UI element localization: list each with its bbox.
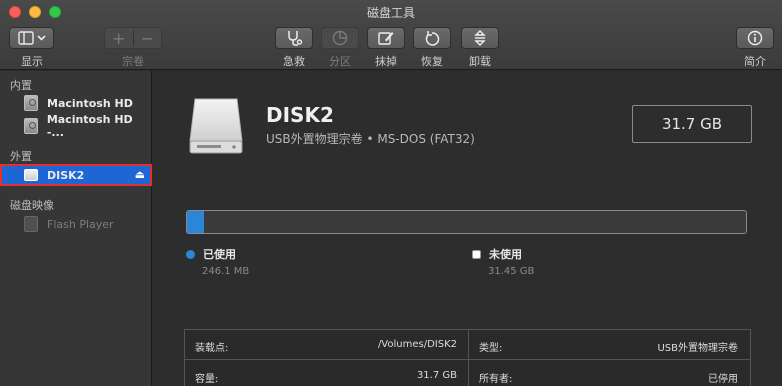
volume-label: 宗卷	[122, 55, 144, 68]
restore-icon	[425, 31, 440, 46]
erase-icon	[378, 32, 394, 45]
remove-volume-icon[interactable]: −	[134, 29, 162, 48]
disk-description: USB外置物理宗卷 • MS-DOS (FAT32)	[266, 132, 475, 146]
sidebar-item-label: Macintosh HD -...	[46, 113, 133, 139]
legend-used-label: 已使用	[203, 248, 236, 261]
disk-capacity: 31.7 GB	[632, 105, 752, 143]
sidebar-item-macintosh-hd-data[interactable]: Macintosh HD -...	[0, 113, 152, 139]
usage-bar-used	[187, 211, 204, 233]
sidebar: 内置 Macintosh HD Macintosh HD -... 外置 DIS…	[0, 71, 152, 386]
sidebar-item-flash-player[interactable]: Flash Player	[0, 213, 152, 235]
hard-drive-icon	[24, 118, 38, 134]
sidebar-item-label: DISK2	[47, 168, 85, 182]
stethoscope-icon	[288, 31, 303, 46]
info-label: 简介	[744, 55, 766, 68]
sidebar-item-disk2[interactable]: DISK2 ⏏	[0, 164, 152, 186]
type-value: USB外置物理宗卷	[657, 343, 738, 354]
legend-free-label: 未使用	[489, 248, 522, 261]
main-panel: DISK2 USB外置物理宗卷 • MS-DOS (FAT32) 31.7 GB…	[153, 71, 782, 386]
section-internal: 内置	[10, 79, 32, 92]
eject-icon[interactable]: ⏏	[135, 169, 145, 180]
mount-point-value: /Volumes/DISK2	[377, 339, 457, 350]
disk-image-icon	[24, 216, 38, 232]
mount-point-key: 装载点:	[195, 343, 229, 354]
first-aid-button[interactable]	[275, 27, 313, 49]
info-icon	[747, 30, 763, 46]
owner-key: 所有者:	[479, 374, 513, 385]
capacity-key: 容量:	[195, 374, 219, 385]
view-button[interactable]	[9, 27, 54, 49]
info-table: 装载点: /Volumes/DISK2 类型: USB外置物理宗卷 容量: 31…	[184, 329, 751, 386]
add-volume-icon[interactable]: +	[105, 29, 133, 48]
info-button[interactable]	[736, 27, 774, 49]
section-external: 外置	[10, 150, 32, 163]
free-value: 31.45 GB	[488, 266, 535, 277]
sidebar-icon	[17, 31, 46, 45]
partition-button[interactable]	[321, 27, 359, 49]
free-dot-icon	[472, 249, 481, 259]
type-key: 类型:	[479, 343, 503, 354]
hard-drive-icon	[24, 95, 38, 111]
used-value: 246.1 MB	[202, 266, 250, 277]
restore-button[interactable]	[413, 27, 451, 49]
window-title: 磁盘工具	[366, 6, 415, 20]
sidebar-item-macintosh-hd[interactable]: Macintosh HD	[0, 92, 152, 114]
used-dot-icon	[186, 249, 195, 259]
pie-chart-icon	[332, 30, 348, 46]
volume-segment[interactable]: + −	[104, 27, 162, 49]
usage-bar	[186, 210, 747, 234]
toolbar: 磁盘工具 显示 + − 宗卷 急救 分区 抹掉 恢复 卸载 简介	[0, 0, 782, 70]
external-drive-icon	[24, 169, 38, 181]
unmount-icon	[474, 30, 486, 46]
erase-button[interactable]	[367, 27, 405, 49]
sidebar-item-label: Macintosh HD	[47, 96, 133, 110]
sidebar-item-label: Flash Player	[47, 217, 114, 231]
disk-name: DISK2	[266, 103, 334, 127]
unmount-label: 卸载	[469, 55, 491, 68]
legend-used: 已使用	[186, 246, 236, 262]
capacity-value: 31.7 GB	[416, 370, 457, 381]
owner-value: 已停用	[708, 374, 738, 385]
unmount-button[interactable]	[461, 27, 499, 49]
section-disk-images: 磁盘映像	[10, 199, 54, 212]
external-drive-icon	[189, 98, 243, 154]
legend-free: 未使用	[472, 246, 522, 262]
view-label: 显示	[21, 55, 43, 68]
